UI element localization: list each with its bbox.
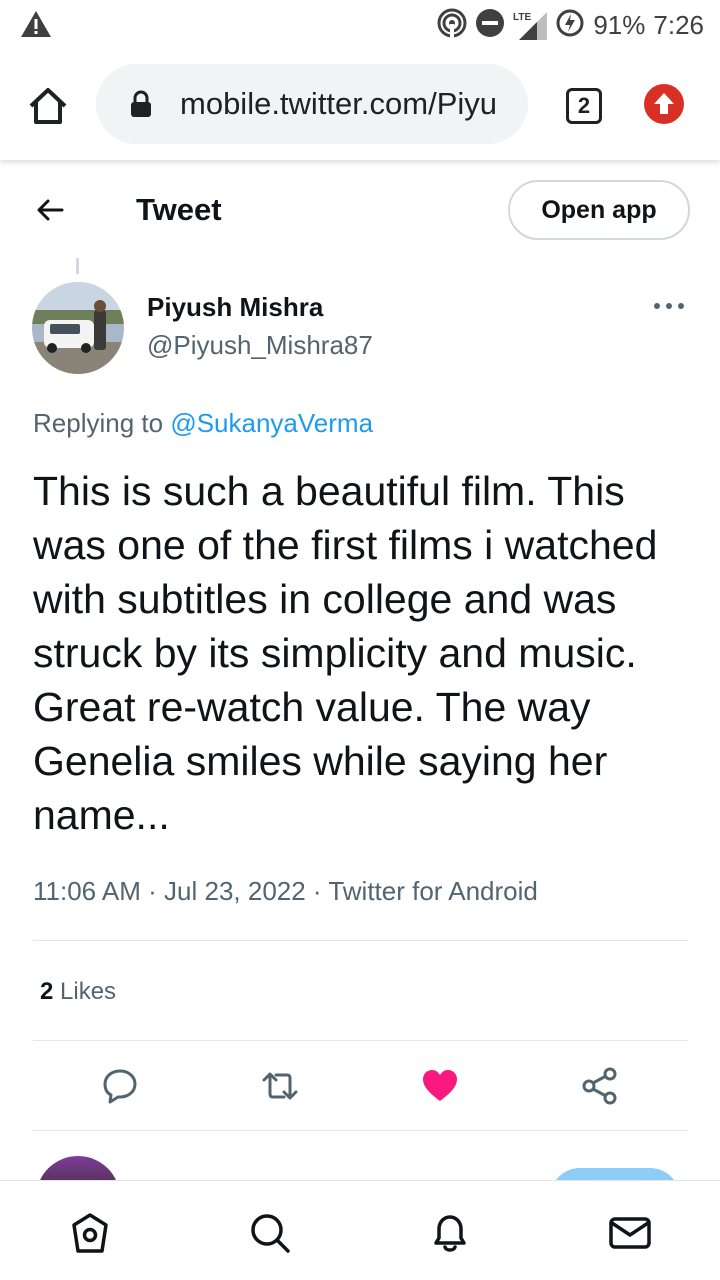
heart-filled-icon [420,1070,460,1110]
tab-switcher-button[interactable]: 2 [566,88,602,124]
author-handle[interactable]: @Piyush_Mishra87 [147,328,373,362]
share-button[interactable] [580,1066,620,1106]
battery-percent: 91% [593,9,646,40]
likes-count[interactable]: 2 Likes [40,976,116,1008]
replying-prefix: Replying to [33,408,171,438]
page-title: Tweet [136,192,222,227]
likes-number: 2 [40,978,54,1005]
avatar[interactable] [32,282,124,374]
address-bar[interactable]: mobile.twitter.com/Piyu [96,64,528,144]
retweet-icon [260,1072,300,1110]
tweet-meta: 11:06 AM · Jul 23, 2022 · Twitter for An… [33,876,538,906]
nav-notifications[interactable] [428,1211,472,1255]
nav-messages[interactable] [608,1211,652,1255]
signal-icon: LTE [513,10,548,40]
open-app-button[interactable]: Open app [508,180,690,240]
bottom-nav [0,1180,720,1280]
back-button[interactable] [34,194,66,226]
search-icon [248,1214,292,1259]
bell-icon [428,1215,472,1259]
tweet-actions [0,1048,720,1124]
browser-toolbar: mobile.twitter.com/Piyu 2 [0,50,720,160]
status-bar: LTE 91% 7:26 [0,0,720,50]
more-options-button[interactable] [652,294,686,318]
clock: 7:26 [653,9,704,40]
more-icon [652,303,686,322]
divider [33,1130,688,1131]
divider [33,940,688,941]
dnd-icon [475,8,505,43]
mention-link[interactable]: @SukanyaVerma [170,408,373,438]
likes-label: Likes [53,978,117,1005]
home-button[interactable] [26,84,70,128]
warning-icon [20,10,52,43]
url-text: mobile.twitter.com/Piyu [180,86,497,121]
nav-search[interactable] [248,1211,292,1255]
nav-home[interactable] [68,1211,112,1255]
share-icon [580,1067,620,1110]
update-button[interactable] [644,84,684,124]
lock-icon [130,90,152,118]
thread-connector [76,258,79,274]
svg-text:LTE: LTE [513,12,531,23]
author-name[interactable]: Piyush Mishra [147,290,323,324]
tweet-text: This is such a beautiful film. This was … [33,468,658,838]
reply-icon [100,1069,140,1110]
arrow-up-icon [644,93,684,128]
battery-saver-icon [555,8,585,43]
reply-button[interactable] [100,1066,140,1106]
tweet-header: Tweet Open app [0,160,720,260]
home-icon [68,1213,112,1259]
like-button[interactable] [420,1066,460,1106]
retweet-button[interactable] [260,1066,300,1106]
arrow-left-icon [34,199,66,230]
divider [33,1040,688,1041]
hotspot-icon [437,8,467,43]
mail-icon [608,1217,652,1259]
replying-to: Replying to @SukanyaVerma [33,406,373,440]
